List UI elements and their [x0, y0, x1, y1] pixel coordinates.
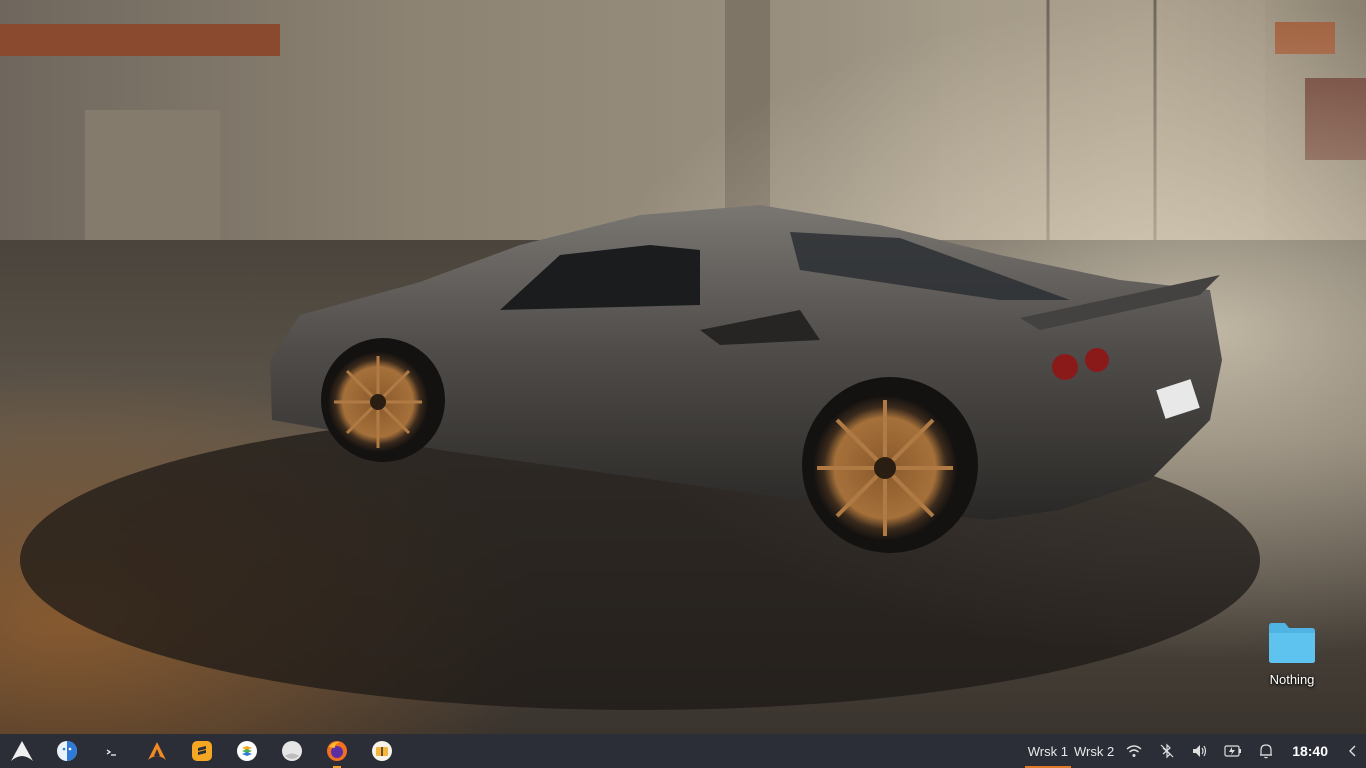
folder-icon	[1267, 622, 1317, 664]
chevron-left-icon	[1349, 745, 1356, 757]
wifi-icon	[1126, 745, 1142, 757]
task-manager	[44, 734, 404, 768]
desktop-icon-label: Nothing	[1269, 672, 1315, 687]
desktop-wallpaper	[0, 0, 1366, 734]
stacks-icon	[236, 741, 257, 761]
expand-tray-button[interactable]	[1340, 734, 1366, 768]
circle-app-icon	[281, 741, 302, 761]
terminal-icon	[102, 743, 121, 759]
file-manager-icon	[56, 741, 77, 761]
task-archive[interactable]	[359, 734, 404, 768]
wifi-button[interactable]	[1117, 734, 1150, 768]
clock[interactable]: 18:40	[1282, 743, 1340, 759]
battery-icon	[1224, 745, 1241, 757]
battery-button[interactable]	[1216, 734, 1249, 768]
archive-icon	[371, 741, 392, 761]
task-arch[interactable]	[134, 734, 179, 768]
app-launcher-button[interactable]	[0, 734, 44, 768]
workspace-2[interactable]: Wrsk 2	[1071, 734, 1117, 768]
task-circle-app[interactable]	[269, 734, 314, 768]
taskbar: Wrsk 1 Wrsk 2 18:40	[0, 734, 1366, 768]
task-terminal[interactable]	[89, 734, 134, 768]
desktop-folder-nothing[interactable]: Nothing	[1252, 616, 1332, 696]
task-firefox[interactable]	[314, 734, 359, 768]
arch-linux-icon	[11, 741, 33, 761]
bell-icon	[1259, 744, 1272, 759]
sublime-text-icon	[191, 741, 212, 761]
workspace-1[interactable]: Wrsk 1	[1024, 734, 1072, 768]
task-sublime-text[interactable]	[179, 734, 224, 768]
system-tray: Wrsk 1 Wrsk 2 18:40	[1024, 734, 1366, 768]
task-stacks[interactable]	[224, 734, 269, 768]
volume-button[interactable]	[1183, 734, 1216, 768]
notifications-button[interactable]	[1249, 734, 1282, 768]
volume-icon	[1192, 745, 1206, 757]
bluetooth-off-icon	[1160, 743, 1174, 759]
firefox-icon	[326, 741, 347, 761]
bluetooth-button[interactable]	[1150, 734, 1183, 768]
task-file-manager[interactable]	[44, 734, 89, 768]
arch-icon	[147, 742, 166, 760]
